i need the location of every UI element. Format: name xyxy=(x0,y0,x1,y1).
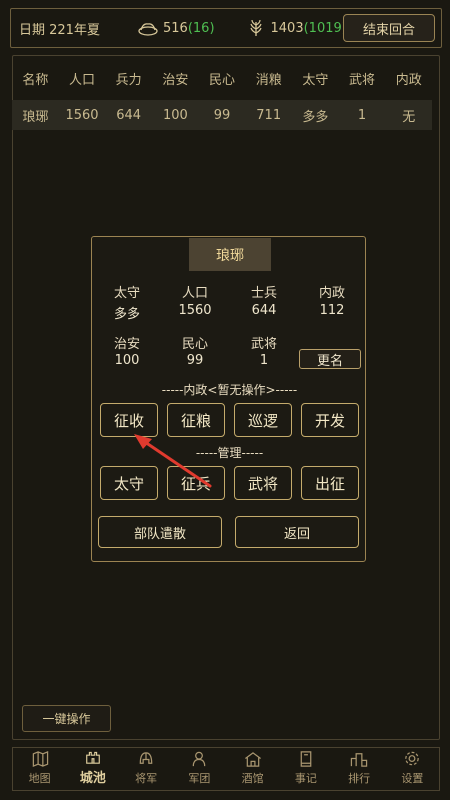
internal-label: 内政 xyxy=(318,286,345,301)
gear-icon xyxy=(405,751,420,766)
column-header: 民心 xyxy=(209,72,236,88)
population-label: 人口 xyxy=(181,286,208,301)
date-label: 日期 221年夏 xyxy=(19,22,100,38)
table-cell: 多多 xyxy=(302,109,329,125)
grain-resource: 1403 (1019) xyxy=(245,19,347,37)
recruit-button[interactable]: 征兵 xyxy=(167,466,225,500)
city-table-header: 名称 人口 兵力 治安 民心 消粮 太守 武将 内政 xyxy=(12,66,432,90)
tavern-icon xyxy=(244,752,261,767)
army-icon xyxy=(193,751,206,767)
city-detail-dialog: 琅琊 太守 多多 人口 1560 士兵 644 内政 112 治安 100 民心… xyxy=(91,236,366,562)
grain-value: 1403 xyxy=(270,20,304,36)
expedition-button[interactable]: 出征 xyxy=(301,466,359,500)
nav-item-castle[interactable]: 城池 xyxy=(66,748,119,790)
manage-section-header: -----管理----- xyxy=(195,446,264,460)
column-header: 武将 xyxy=(349,72,376,88)
column-header: 人口 xyxy=(69,72,96,88)
develop-button[interactable]: 开发 xyxy=(301,403,359,437)
column-header: 治安 xyxy=(162,72,189,88)
silver-resource: 516 (16) xyxy=(137,19,215,37)
nav-item-helmet[interactable]: 将军 xyxy=(120,748,173,790)
collect-grain-button[interactable]: 征粮 xyxy=(167,403,225,437)
table-cell: 711 xyxy=(256,107,282,123)
grain-gain: (1019) xyxy=(303,20,347,36)
nav-item-label: 地图 xyxy=(28,772,51,785)
column-header: 消粮 xyxy=(255,72,282,88)
table-cell: 琅琊 xyxy=(22,109,49,125)
dialog-title: 琅琊 xyxy=(189,238,271,271)
nav-item-book[interactable]: 事记 xyxy=(279,748,332,790)
nav-item-label: 军团 xyxy=(188,772,211,785)
internal-section-header: -----内政<暂无操作>----- xyxy=(161,383,298,397)
patrol-button[interactable]: 巡逻 xyxy=(234,403,292,437)
top-status-bar: 日期 221年夏 516 (16) 1403 (1019) 结束回合 xyxy=(10,8,442,48)
nav-item-ranking[interactable]: 排行 xyxy=(333,748,386,790)
internal-value: 112 xyxy=(319,303,345,318)
population-value: 1560 xyxy=(178,303,212,318)
column-header: 兵力 xyxy=(115,72,142,88)
security-label: 治安 xyxy=(113,337,140,352)
helmet-icon xyxy=(139,752,153,764)
soldiers-value: 644 xyxy=(251,303,277,318)
morale-value: 99 xyxy=(186,353,204,368)
column-header: 太守 xyxy=(302,72,329,88)
castle-icon xyxy=(86,751,100,764)
book-icon xyxy=(300,751,312,767)
back-button[interactable]: 返回 xyxy=(235,516,359,548)
table-cell: 99 xyxy=(213,107,231,123)
table-cell: 1 xyxy=(357,107,367,123)
wheat-icon xyxy=(249,19,262,36)
nav-item-label: 排行 xyxy=(348,772,371,785)
governor-label: 太守 xyxy=(113,286,140,301)
silver-ingot-icon xyxy=(138,23,158,36)
table-cell: 100 xyxy=(162,107,188,123)
collect-tax-button[interactable]: 征收 xyxy=(100,403,158,437)
nav-item-label: 事记 xyxy=(294,772,317,785)
end-turn-button[interactable]: 结束回合 xyxy=(343,14,435,42)
governor-button[interactable]: 太守 xyxy=(100,466,158,500)
nav-item-gear[interactable]: 设置 xyxy=(386,748,439,790)
generals-button[interactable]: 武将 xyxy=(234,466,292,500)
silver-value: 516 xyxy=(163,20,188,36)
governor-value: 多多 xyxy=(113,307,140,322)
morale-label: 民心 xyxy=(181,337,208,352)
table-cell: 1560 xyxy=(65,107,99,123)
column-header: 内政 xyxy=(395,72,422,88)
generals-label: 武将 xyxy=(250,337,277,352)
bottom-nav: 地图 城池 将军 军团 酒馆 事记 排行 设置 xyxy=(12,747,440,791)
table-row[interactable]: 琅琊 1560 644 100 99 711 多多 1 无 xyxy=(12,100,432,130)
map-icon xyxy=(32,750,48,768)
ranking-icon xyxy=(350,753,368,767)
one-click-operation-button[interactable]: 一键操作 xyxy=(22,705,111,732)
silver-gain: (16) xyxy=(187,20,215,36)
nav-item-label: 设置 xyxy=(401,772,424,785)
security-value: 100 xyxy=(114,353,140,368)
nav-item-army[interactable]: 军团 xyxy=(173,748,226,790)
nav-item-map[interactable]: 地图 xyxy=(13,748,66,790)
nav-item-label: 城池 xyxy=(79,771,106,786)
nav-item-tavern[interactable]: 酒馆 xyxy=(226,748,279,790)
column-header: 名称 xyxy=(22,72,49,88)
table-cell: 644 xyxy=(116,107,142,123)
nav-item-label: 将军 xyxy=(135,772,158,785)
soldiers-label: 士兵 xyxy=(250,286,277,301)
disband-troops-button[interactable]: 部队遣散 xyxy=(98,516,222,548)
nav-item-label: 酒馆 xyxy=(241,772,264,785)
generals-value: 1 xyxy=(259,353,269,368)
table-cell: 无 xyxy=(402,109,416,125)
rename-button[interactable]: 更名 xyxy=(299,349,361,369)
